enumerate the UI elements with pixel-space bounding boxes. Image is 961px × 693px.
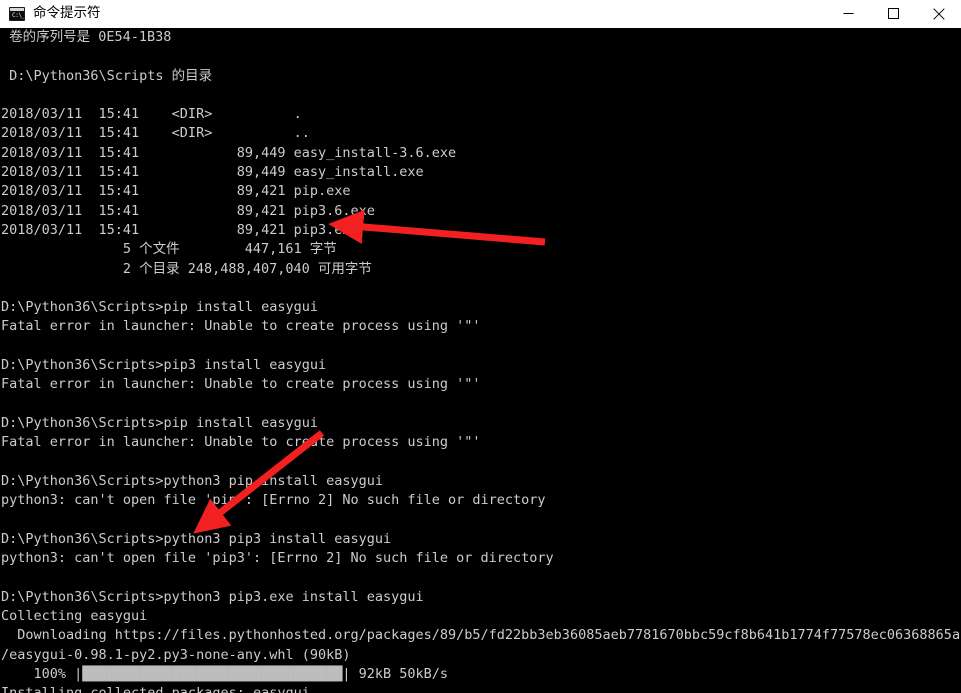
console-line: 2018/03/11 15:41 <DIR> . — [1, 106, 302, 123]
console-line: 2018/03/11 15:41 89,449 easy_install-3.6… — [1, 144, 457, 161]
console-line: D:\Python36\Scripts>python3 pip3.exe ins… — [1, 588, 424, 605]
window-controls — [826, 0, 961, 28]
console-line: /easygui-0.98.1-py2.py3-none-any.whl (90… — [1, 646, 351, 663]
console-line: Installing collected packages: easygui — [0, 684, 961, 693]
console-line: 5 个文件 447,161 字节 — [1, 241, 337, 258]
console-line: 2018/03/11 15:41 89,421 pip3.exe — [1, 221, 359, 238]
console-line: 2018/03/11 15:41 <DIR> .. — [1, 125, 310, 142]
console-line: 2018/03/11 15:41 89,421 pip3.6.exe — [1, 202, 375, 219]
console-line: D:\Python36\Scripts>python3 pip3 install… — [1, 530, 392, 547]
console-text-buffer: 卷的序列号是 0E54-1B38 D:\Python36\Scripts 的目录… — [0, 28, 961, 693]
maximize-button[interactable] — [871, 0, 916, 28]
cmd-window: C:\_ 命令提示符 卷的序列号是 0E54-1B38 D:\Python36\… — [0, 0, 961, 693]
console-line: Fatal error in launcher: Unable to creat… — [1, 376, 481, 393]
console-line: Downloading https://files.pythonhosted.o… — [1, 627, 961, 644]
console-line: Fatal error in launcher: Unable to creat… — [1, 318, 481, 335]
console-line: 卷的序列号是 0E54-1B38 — [1, 29, 172, 45]
console-line: 100% |████████████████████████████████| … — [1, 665, 449, 682]
console-line: Fatal error in launcher: Unable to creat… — [1, 434, 481, 451]
close-button[interactable] — [916, 0, 961, 28]
console-line: 2 个目录 248,488,407,040 可用字节 — [1, 260, 372, 277]
title-bar[interactable]: C:\_ 命令提示符 — [0, 0, 961, 28]
download-progress-bar: ████████████████████████████████ — [82, 665, 343, 682]
console-line: 2018/03/11 15:41 89,449 easy_install.exe — [1, 164, 424, 181]
minimize-button[interactable] — [826, 0, 871, 28]
console-line: D:\Python36\Scripts>pip3 install easygui — [1, 357, 327, 374]
window-title: 命令提示符 — [33, 4, 101, 21]
console-line: D:\Python36\Scripts>pip install easygui — [1, 414, 318, 431]
console-output-area[interactable]: 卷的序列号是 0E54-1B38 D:\Python36\Scripts 的目录… — [0, 28, 961, 693]
console-line: Collecting easygui — [1, 607, 148, 624]
console-line: python3: can't open file 'pip3': [Errno … — [1, 550, 554, 567]
console-line: D:\Python36\Scripts>pip install easygui — [1, 299, 318, 316]
console-line: D:\Python36\Scripts>python3 pip install … — [1, 472, 384, 489]
console-icon: C:\_ — [9, 6, 25, 21]
console-line: 2018/03/11 15:41 89,421 pip.exe — [1, 183, 351, 200]
title-bar-left: C:\_ 命令提示符 — [0, 4, 826, 21]
console-line: python3: can't open file 'pip': [Errno 2… — [1, 492, 546, 509]
console-line: D:\Python36\Scripts 的目录 — [1, 67, 213, 84]
